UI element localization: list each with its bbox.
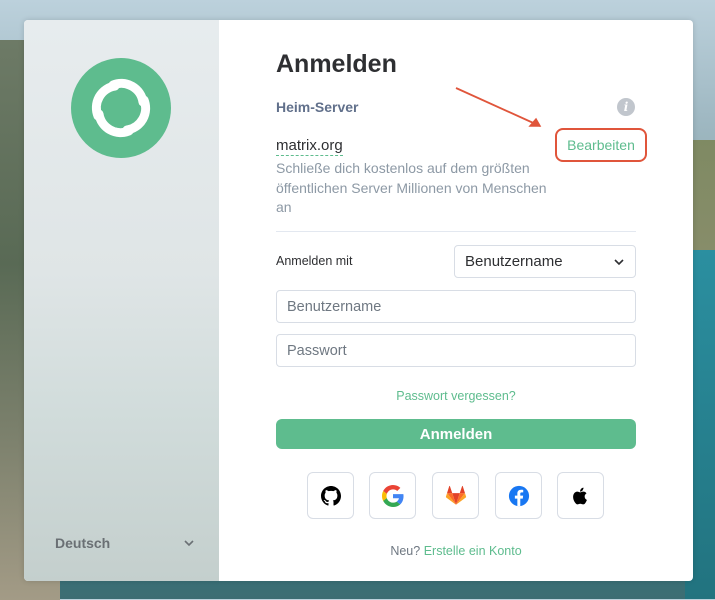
facebook-sso-button[interactable] [495,472,542,519]
info-icon[interactable]: i [617,98,635,116]
sidebar: Deutsch [24,20,219,581]
page-title: Anmelden [276,50,397,78]
login-dialog: Deutsch Anmelden Heim-Server i matrix.or… [24,20,693,581]
sign-in-button[interactable]: Anmelden [276,419,636,449]
forgot-password-link[interactable]: Passwort vergessen? [276,389,636,403]
divider [276,231,636,232]
apple-sso-button[interactable] [557,472,604,519]
password-input[interactable] [276,334,636,367]
edit-server-button[interactable]: Bearbeiten [555,128,647,162]
github-icon [320,485,341,506]
register-prefix: Neu? [390,544,421,558]
google-sso-button[interactable] [369,472,416,519]
element-logo-icon [71,58,171,158]
google-icon [381,484,404,507]
homeserver-label: Heim-Server [276,99,359,115]
create-account-link[interactable]: Erstelle ein Konto [424,544,522,558]
chevron-down-icon [184,540,194,547]
server-description: Schließe dich kostenlos auf dem größten … [276,160,547,215]
github-sso-button[interactable] [307,472,354,519]
username-input[interactable] [276,290,636,323]
login-with-label: Anmelden mit [276,254,353,268]
chevron-down-icon [614,258,624,265]
login-method-select[interactable]: Benutzername [454,245,636,278]
language-selector[interactable]: Deutsch [55,532,195,554]
login-method-value: Benutzername [465,253,563,270]
apple-icon [572,487,587,504]
gitlab-sso-button[interactable] [432,472,479,519]
annotation-arrow [455,87,542,127]
facebook-icon [508,485,529,506]
login-panel: Anmelden Heim-Server i matrix.org Schlie… [219,20,693,581]
language-label: Deutsch [55,535,111,551]
server-name: matrix.org [276,137,343,156]
register-prompt: Neu? Erstelle ein Konto [276,544,636,558]
gitlab-icon [445,485,466,505]
